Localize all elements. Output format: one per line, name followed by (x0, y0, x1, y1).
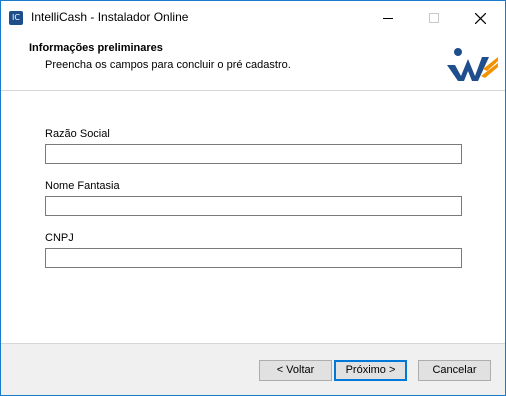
wizard-header: Informações preliminares Preencha os cam… (1, 35, 505, 91)
close-button[interactable] (457, 1, 503, 35)
minimize-icon (383, 18, 393, 19)
maximize-button (411, 1, 457, 35)
razao-social-input[interactable] (45, 144, 462, 164)
company-logo (447, 48, 498, 81)
page-title: Informações preliminares (29, 42, 163, 54)
cnpj-label: CNPJ (45, 232, 74, 244)
wizard-footer: < Voltar Próximo > Cancelar (1, 344, 505, 395)
close-icon (475, 13, 486, 24)
next-button[interactable]: Próximo > (334, 360, 407, 381)
window-title: IntelliCash - Instalador Online (31, 10, 189, 24)
page-subtitle: Preencha os campos para concluir o pré c… (45, 59, 291, 71)
back-button[interactable]: < Voltar (259, 360, 332, 381)
installer-window: IC IntelliCash - Instalador Online Infor… (0, 0, 506, 396)
nome-fantasia-input[interactable] (45, 196, 462, 216)
cancel-button[interactable]: Cancelar (418, 360, 491, 381)
minimize-button[interactable] (365, 1, 411, 35)
app-icon: IC (9, 11, 23, 25)
nome-fantasia-label: Nome Fantasia (45, 180, 120, 192)
cnpj-input[interactable] (45, 248, 462, 268)
form-area: Razão Social Nome Fantasia CNPJ (1, 91, 505, 343)
title-bar: IC IntelliCash - Instalador Online (1, 1, 505, 35)
razao-social-label: Razão Social (45, 128, 110, 140)
maximize-icon (429, 13, 439, 23)
